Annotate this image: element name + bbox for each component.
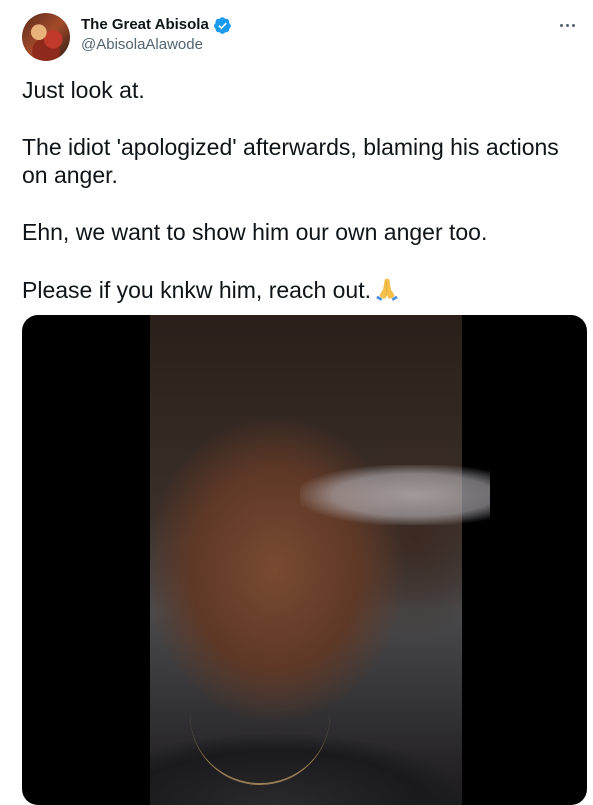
tweet-header: The Great Abisola @AbisolaAlawode (22, 13, 579, 63)
tweet-last-paragraph: Please if you knkw him, reach out. (22, 274, 582, 305)
tweet-text: Just look at. The idiot 'apologized' aft… (22, 76, 582, 305)
display-name-row: The Great Abisola (81, 15, 232, 35)
display-name[interactable]: The Great Abisola (81, 15, 209, 35)
verified-badge-icon (213, 16, 231, 34)
handle[interactable]: @AbisolaAlawode (81, 35, 232, 55)
video-frame (150, 315, 490, 805)
avatar[interactable] (22, 13, 70, 61)
video-player[interactable] (22, 315, 587, 805)
tweet-paragraph: Just look at. (22, 77, 145, 103)
tweet-paragraph: Please if you knkw him, reach out. (22, 277, 371, 303)
dot (571, 23, 575, 27)
dot (559, 23, 563, 27)
tweet-paragraph: Ehn, we want to show him our own anger t… (22, 218, 488, 245)
video-background (300, 465, 490, 525)
tweet-paragraph: The idiot 'apologized' afterwards, blami… (22, 133, 559, 189)
dot (565, 23, 569, 27)
folded-hands-emoji (376, 278, 398, 301)
more-options-icon[interactable] (555, 15, 579, 35)
author-names: The Great Abisola @AbisolaAlawode (81, 15, 232, 55)
